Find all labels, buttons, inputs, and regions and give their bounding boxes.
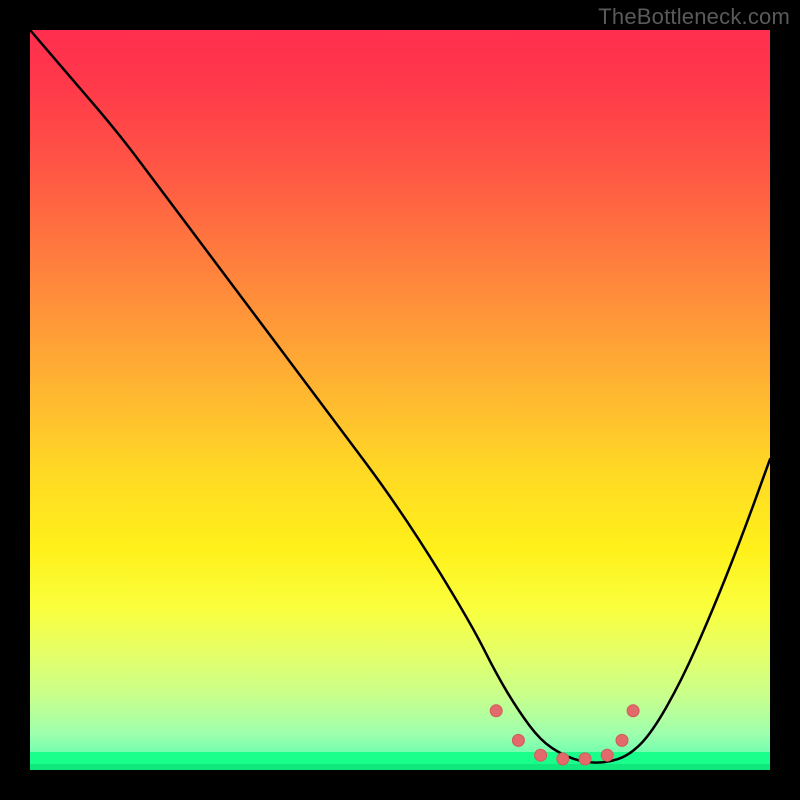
optimal-marker [490,705,502,717]
bottleneck-curve [30,30,770,763]
plot-area [30,30,770,770]
optimal-marker [579,753,591,765]
optimal-marker [627,705,639,717]
optimal-marker [601,749,613,761]
optimal-marker [557,753,569,765]
optimal-marker [535,749,547,761]
watermark-text: TheBottleneck.com [598,4,790,30]
curve-layer [30,30,770,770]
chart-frame: TheBottleneck.com [0,0,800,800]
optimal-marker [512,734,524,746]
optimal-range-markers [490,705,639,765]
optimal-marker [616,734,628,746]
